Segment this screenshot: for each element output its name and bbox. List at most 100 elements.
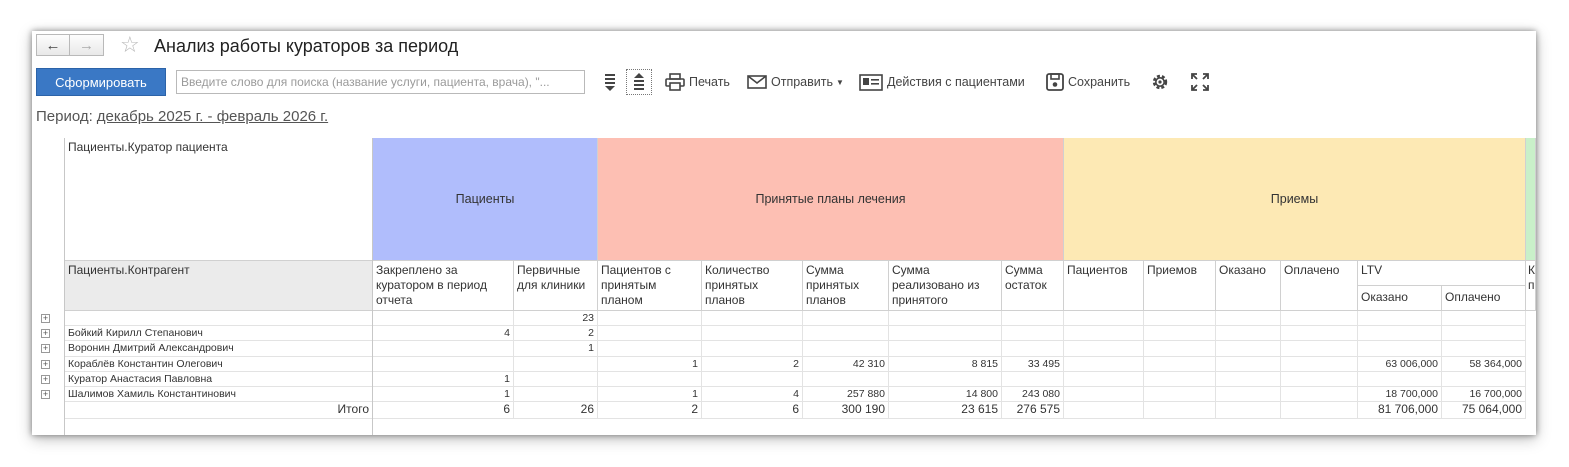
save-label: Сохранить bbox=[1068, 75, 1131, 89]
total-cell bbox=[1064, 402, 1144, 420]
table-cell bbox=[1442, 341, 1526, 357]
table-cell: 1 bbox=[373, 387, 514, 403]
total-cell: 6 bbox=[702, 402, 803, 420]
table-cell bbox=[1281, 311, 1358, 327]
table-cell bbox=[373, 341, 514, 357]
generate-button[interactable]: Сформировать bbox=[36, 68, 166, 96]
table-cell: 14 800 bbox=[889, 387, 1002, 403]
total-cell bbox=[1144, 402, 1216, 420]
table-cell: 58 364,000 bbox=[1442, 356, 1526, 372]
table-cell: 23 bbox=[514, 311, 598, 327]
expand-row-icon[interactable]: + bbox=[41, 390, 50, 399]
column-header-0: Закреплено за куратором в период отчета bbox=[373, 261, 514, 311]
id-card-icon bbox=[859, 73, 883, 91]
table-cell: 2 bbox=[514, 326, 598, 342]
report-table: Пациенты.Куратор пациента Пациенты Приняты… bbox=[36, 138, 1536, 435]
arrow-right-icon: → bbox=[79, 36, 94, 54]
collapse-all-button[interactable] bbox=[603, 70, 617, 94]
table-cell: 1 bbox=[514, 341, 598, 357]
period-link[interactable]: декабрь 2025 г. - февраль 2026 г. bbox=[97, 108, 328, 125]
table-cell bbox=[598, 326, 702, 342]
row-name: Шалимов Хамиль Константинович bbox=[65, 387, 373, 403]
total-cell: 26 bbox=[514, 402, 598, 420]
back-button[interactable]: ← bbox=[36, 34, 70, 56]
table-cell bbox=[1216, 341, 1281, 357]
patient-actions-button[interactable]: Действия с пациентами bbox=[859, 70, 1025, 94]
patient-actions-label: Действия с пациентами bbox=[887, 75, 1025, 89]
table-cell bbox=[702, 311, 803, 327]
row-name: Куратор Анастасия Павловна bbox=[65, 371, 373, 387]
table-cell: 243 080 bbox=[1002, 387, 1064, 403]
table-cell bbox=[1442, 371, 1526, 387]
table-cell bbox=[1281, 341, 1358, 357]
name-column-line bbox=[372, 138, 373, 435]
printer-icon bbox=[665, 73, 685, 91]
table-cell bbox=[598, 341, 702, 357]
table-cell bbox=[1216, 371, 1281, 387]
total-label: Итого bbox=[65, 402, 373, 420]
total-cell: 276 575 bbox=[1002, 402, 1064, 420]
group-header-2: Приемы bbox=[1064, 138, 1526, 261]
row-name bbox=[65, 311, 373, 327]
expand-all-button[interactable] bbox=[626, 69, 652, 95]
table-cell bbox=[598, 311, 702, 327]
table-cell bbox=[1064, 341, 1144, 357]
table-cell: 8 815 bbox=[889, 356, 1002, 372]
column-header-1: Первичные для клиники bbox=[514, 261, 598, 311]
search-input[interactable] bbox=[176, 70, 585, 94]
total-cell: 6 bbox=[373, 402, 514, 420]
table-cell bbox=[514, 356, 598, 372]
print-button[interactable]: Печать bbox=[665, 70, 730, 94]
table-cell: 2 bbox=[702, 356, 803, 372]
table-cell bbox=[1442, 311, 1526, 327]
table-cell: 18 700,000 bbox=[1358, 387, 1442, 403]
total-cell bbox=[1216, 402, 1281, 420]
table-cell bbox=[803, 341, 889, 357]
expand-row-icon[interactable]: + bbox=[41, 374, 50, 384]
table-cell bbox=[1002, 341, 1064, 357]
total-cell: 2 bbox=[598, 402, 702, 420]
column-header-8: Приемов bbox=[1144, 261, 1216, 311]
settings-button[interactable] bbox=[1150, 70, 1170, 94]
table-cell bbox=[1358, 311, 1442, 327]
table-cell bbox=[1064, 356, 1144, 372]
column-header-3: Количество принятых планов bbox=[702, 261, 803, 311]
column-header-9: Оказано bbox=[1216, 261, 1281, 311]
star-icon[interactable]: ☆ bbox=[120, 34, 140, 56]
print-label: Печать bbox=[689, 75, 730, 89]
expand-row-icon[interactable]: + bbox=[41, 329, 50, 339]
table-cell: 257 880 bbox=[803, 387, 889, 403]
forward-button[interactable]: → bbox=[70, 34, 104, 56]
expand-row-icon[interactable]: + bbox=[41, 314, 50, 323]
expand-rows-icon bbox=[634, 73, 644, 90]
expand-icon bbox=[1191, 73, 1209, 91]
table-cell bbox=[1002, 371, 1064, 387]
expand-row-icon[interactable]: + bbox=[41, 344, 50, 354]
table-cell bbox=[1281, 371, 1358, 387]
table-cell bbox=[803, 326, 889, 342]
table-cell: 63 006,000 bbox=[1358, 356, 1442, 372]
column-header-7: Пациентов bbox=[1064, 261, 1144, 311]
table-cell bbox=[1281, 356, 1358, 372]
send-button[interactable]: Отправить ▼ bbox=[747, 70, 844, 94]
table-cell bbox=[1144, 311, 1216, 327]
table-cell bbox=[1281, 387, 1358, 403]
row-header-contractor: Пациенты.Контрагент bbox=[65, 261, 373, 311]
table-cell: 1 bbox=[598, 387, 702, 403]
table-cell bbox=[514, 371, 598, 387]
table-cell bbox=[803, 371, 889, 387]
table-cell bbox=[889, 371, 1002, 387]
table-cell bbox=[373, 311, 514, 327]
table-cell bbox=[1281, 326, 1358, 342]
table-cell bbox=[1064, 371, 1144, 387]
expand-row-icon[interactable]: + bbox=[41, 359, 50, 369]
table-cell bbox=[803, 311, 889, 327]
table-cell: 4 bbox=[373, 326, 514, 342]
fullscreen-button[interactable] bbox=[1190, 70, 1210, 94]
column-header-4: Сумма принятых планов bbox=[803, 261, 889, 311]
period-label: Период: bbox=[36, 108, 93, 125]
save-button[interactable]: Сохранить bbox=[1046, 70, 1130, 94]
table-cell bbox=[598, 371, 702, 387]
table-cell bbox=[1442, 326, 1526, 342]
group-header-next bbox=[1526, 138, 1536, 261]
